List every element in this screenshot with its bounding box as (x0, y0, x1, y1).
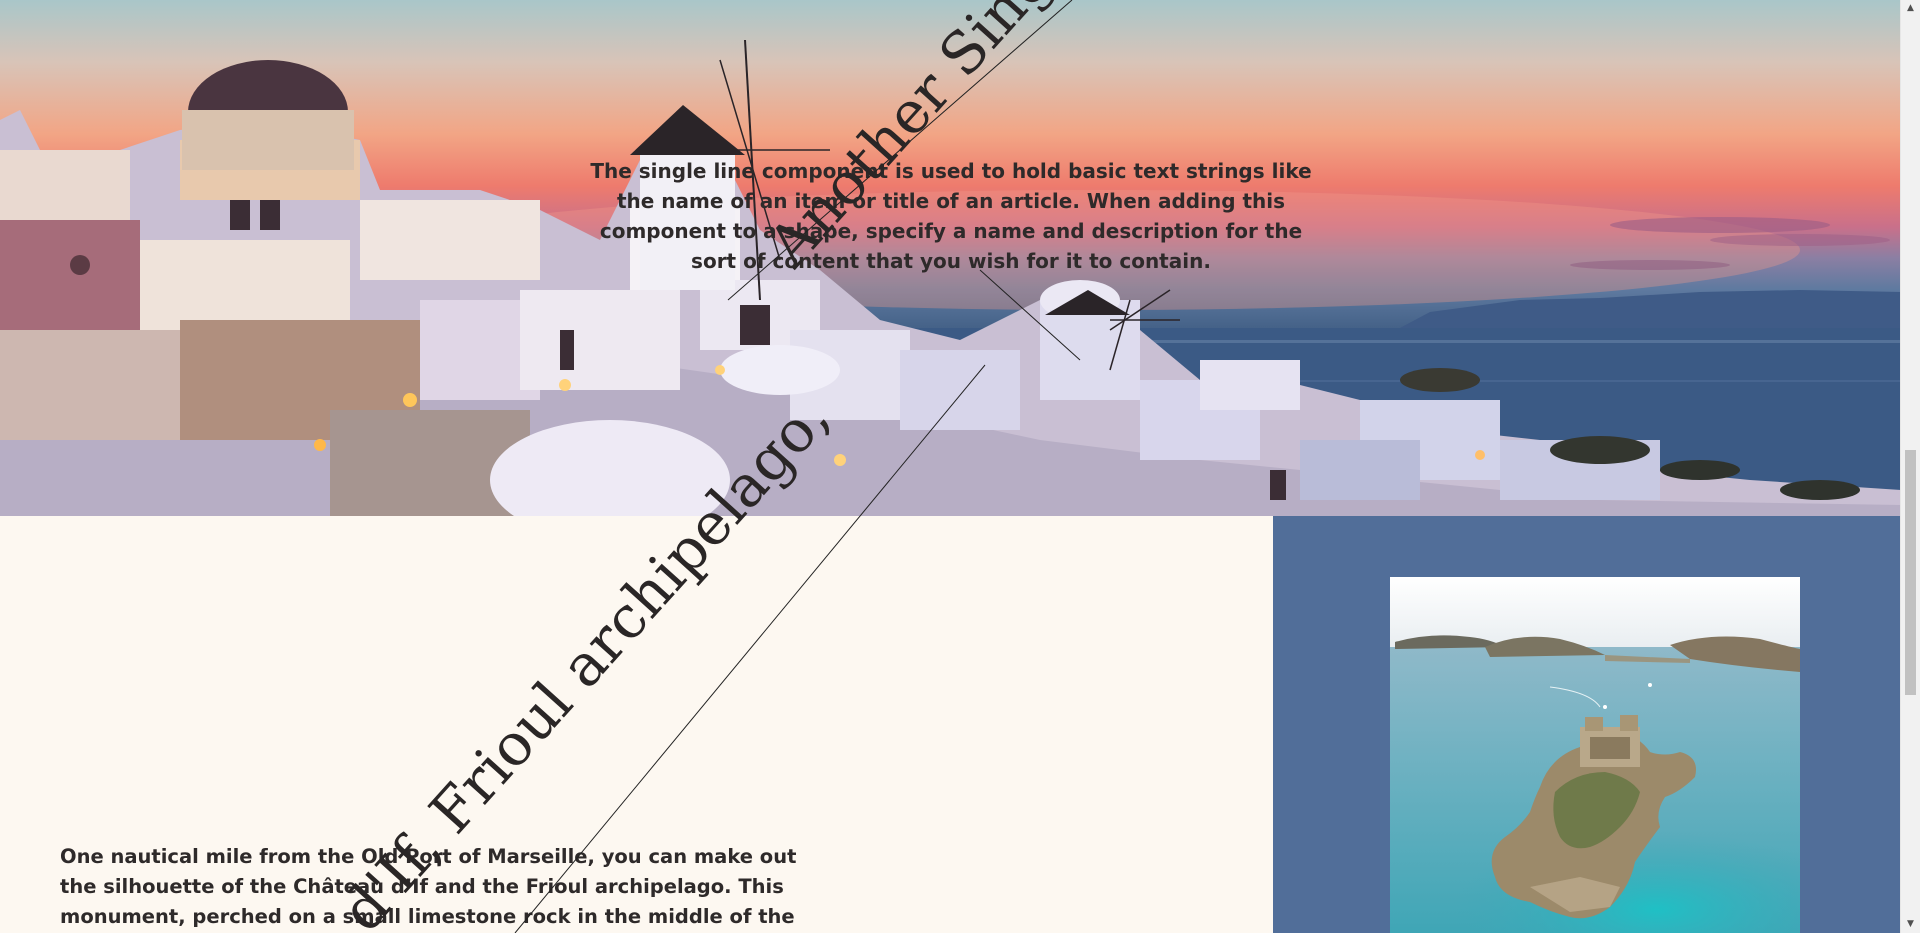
hero-section: The single line component is used to hol… (0, 0, 1901, 516)
triangle-up-icon[interactable]: ▲ (1901, 0, 1920, 17)
article-body: One nautical mile from the Old Port of M… (60, 845, 797, 928)
hero-description: The single line component is used to hol… (590, 159, 1312, 273)
scrollbar-thumb[interactable] (1905, 450, 1916, 695)
chateau-dif-image (1390, 577, 1800, 933)
page: The single line component is used to hol… (0, 0, 1920, 933)
vertical-scrollbar[interactable]: ▲ ▼ (1900, 0, 1920, 933)
triangle-down-icon[interactable]: ▼ (1901, 916, 1920, 933)
